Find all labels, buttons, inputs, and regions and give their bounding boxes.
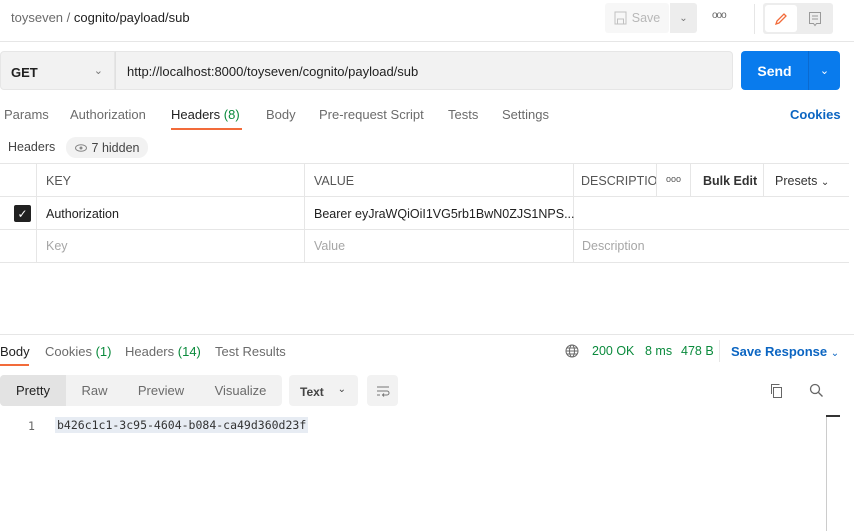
method-value: GET: [11, 65, 38, 80]
tab-body[interactable]: Body: [266, 107, 296, 122]
response-tab-test-results[interactable]: Test Results: [215, 344, 286, 359]
edit-mode-button[interactable]: [765, 5, 797, 32]
presets-dropdown[interactable]: Presets ⌄: [775, 174, 829, 188]
format-value: Text: [300, 385, 324, 399]
tab-label: Headers: [125, 344, 175, 359]
column-header-description: DESCRIPTIO: [581, 174, 656, 188]
method-select[interactable]: GET ⌄: [0, 51, 115, 90]
header-value[interactable]: Bearer eyJraWQiOiI1VG5rb1BwN0ZJS1NPS...: [314, 207, 575, 221]
wrap-icon: [376, 386, 389, 397]
header-key[interactable]: Authorization: [46, 207, 119, 221]
more-options-button[interactable]: ooo: [712, 10, 727, 21]
breadcrumb-request[interactable]: cognito/payload/sub: [74, 10, 190, 25]
save-response-button[interactable]: Save Response ⌄: [731, 344, 839, 359]
tab-authorization[interactable]: Authorization: [70, 107, 146, 122]
view-raw[interactable]: Raw: [66, 375, 123, 406]
pencil-icon: [774, 12, 787, 25]
divider: [754, 4, 755, 34]
breadcrumb: toyseven / cognito/payload/sub: [11, 10, 190, 25]
tab-settings[interactable]: Settings: [502, 107, 549, 122]
response-tab-cookies[interactable]: Cookies (1): [45, 344, 111, 359]
cookies-link[interactable]: Cookies: [790, 107, 841, 122]
save-label: Save: [631, 11, 661, 25]
view-preview[interactable]: Preview: [123, 375, 199, 406]
tab-count: (1): [95, 344, 112, 359]
response-tab-body[interactable]: Body: [0, 344, 30, 359]
search-icon[interactable]: [809, 383, 824, 398]
divider: [719, 340, 720, 362]
send-dropdown-button[interactable]: ⌄: [808, 51, 840, 90]
scrollbar[interactable]: [826, 415, 827, 531]
bulk-edit-button[interactable]: Bulk Edit: [703, 174, 757, 188]
format-dropdown[interactable]: Text ⌄: [289, 375, 358, 406]
globe-icon[interactable]: [565, 344, 579, 358]
view-visualize[interactable]: Visualize: [199, 375, 282, 406]
hidden-headers-toggle[interactable]: 7 hidden: [66, 137, 148, 158]
save-dropdown-button[interactable]: ⌄: [670, 3, 697, 33]
active-tab-indicator: [171, 128, 242, 130]
wrap-lines-button[interactable]: [367, 375, 398, 406]
save-response-label: Save Response: [731, 344, 828, 359]
document-icon: [809, 11, 821, 26]
chevron-down-icon: ⌄: [830, 348, 840, 359]
status-code[interactable]: 200 OK: [592, 344, 634, 358]
column-options-button[interactable]: ooo: [666, 174, 681, 184]
documentation-mode-button[interactable]: [800, 5, 830, 32]
response-time[interactable]: 8 ms: [645, 344, 672, 358]
chevron-down-icon: ⌄: [820, 177, 830, 188]
checkmark-icon: ✓: [17, 206, 28, 221]
column-header-key: KEY: [46, 174, 72, 188]
save-icon: [614, 11, 627, 25]
active-tab-indicator: [0, 364, 29, 366]
eye-icon: [74, 143, 87, 152]
pane-divider[interactable]: [0, 334, 854, 335]
view-pretty[interactable]: Pretty: [0, 375, 66, 406]
column-header-value: VALUE: [314, 174, 355, 188]
header-enabled-checkbox[interactable]: ✓: [14, 205, 31, 222]
chevron-down-icon: ⌄: [679, 12, 688, 24]
tab-headers[interactable]: Headers (8): [171, 107, 240, 122]
line-number: 1: [28, 419, 35, 433]
tab-label: Cookies: [45, 344, 92, 359]
new-key-input[interactable]: Key: [46, 239, 68, 253]
new-description-input[interactable]: Description: [582, 239, 645, 253]
send-button[interactable]: Send: [741, 51, 808, 90]
scrollbar-thumb[interactable]: [826, 415, 840, 417]
tab-params[interactable]: Params: [4, 107, 49, 122]
save-button[interactable]: Save: [605, 3, 669, 33]
new-value-input[interactable]: Value: [314, 239, 345, 253]
copy-icon[interactable]: [769, 383, 784, 399]
url-input[interactable]: http://localhost:8000/toyseven/cognito/p…: [115, 51, 733, 90]
chevron-down-icon: ⌄: [819, 65, 830, 77]
tab-headers-count: (8): [223, 107, 240, 122]
hidden-count: 7 hidden: [91, 140, 140, 155]
tab-count: (14): [177, 344, 201, 359]
tab-tests[interactable]: Tests: [448, 107, 478, 122]
response-body-text[interactable]: b426c1c1-3c95-4604-b084-ca49d360d23f: [55, 417, 309, 433]
chevron-down-icon: ⌄: [337, 384, 346, 395]
response-size[interactable]: 478 B: [681, 344, 714, 358]
response-tab-headers[interactable]: Headers (14): [125, 344, 201, 359]
breadcrumb-separator: /: [66, 10, 71, 25]
headers-label: Headers: [8, 140, 56, 154]
headers-table: KEY VALUE DESCRIPTIO ooo Bulk Edit Prese…: [0, 163, 849, 263]
presets-label: Presets: [775, 174, 818, 188]
tab-headers-label: Headers: [171, 107, 221, 122]
chevron-down-icon: ⌄: [93, 65, 103, 77]
breadcrumb-workspace[interactable]: toyseven: [11, 10, 63, 25]
tab-pre-request-script[interactable]: Pre-request Script: [319, 107, 424, 122]
